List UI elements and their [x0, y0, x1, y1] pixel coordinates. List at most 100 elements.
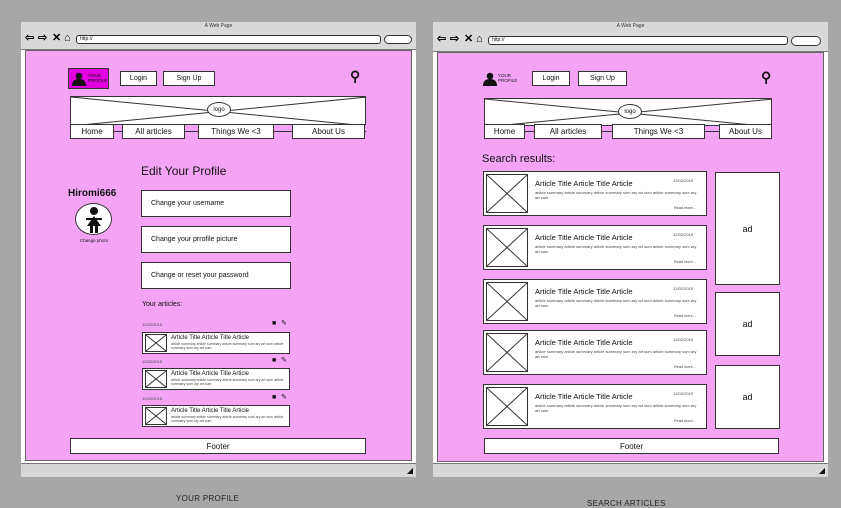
read-more-link[interactable]: Read more...: [674, 419, 696, 424]
change-password-label: Change or reset your password: [151, 272, 249, 279]
result-title: Article Title Article Title Article: [535, 287, 633, 296]
result-summary: article summary article summary article …: [535, 244, 697, 254]
read-more-link[interactable]: Read more...: [674, 365, 696, 370]
change-username-button[interactable]: Change your username: [141, 190, 291, 217]
profile-username: Hiromi666: [68, 188, 117, 199]
change-password-button[interactable]: Change or reset your password: [141, 262, 291, 289]
article-thumbnail: [145, 334, 167, 352]
right-caption: SEARCH ARTICLES: [587, 499, 666, 508]
right-url-bar[interactable]: http://: [488, 36, 788, 45]
result-date: 12/02/2015: [673, 286, 694, 291]
left-url-bar[interactable]: http://: [76, 35, 381, 44]
pencil-icon[interactable]: ✎: [281, 394, 287, 401]
pencil-icon[interactable]: ✎: [281, 357, 287, 364]
left-nav-things-we-love[interactable]: Things We <3: [198, 124, 274, 139]
ad-banner[interactable]: ad: [715, 172, 780, 285]
article-summary: article summary article summary article …: [171, 378, 284, 386]
left-logo-banner[interactable]: logo: [70, 96, 366, 125]
forward-arrow-icon[interactable]: ⇨: [38, 33, 47, 44]
right-window-title: A Web Page: [616, 23, 645, 29]
my-article-card[interactable]: Article Title Article Title Article arti…: [142, 405, 290, 427]
result-summary: article summary article summary article …: [535, 403, 697, 413]
article-summary: article summary article summary article …: [171, 342, 284, 350]
article-summary: article summary article summary article …: [171, 415, 284, 423]
result-summary: article summary article summary article …: [535, 190, 697, 200]
result-title: Article Title Article Title Article: [535, 392, 633, 401]
left-window-title: A Web Page: [204, 23, 233, 29]
left-caption: YOUR PROFILE: [176, 494, 240, 503]
left-footer: Footer: [70, 438, 366, 454]
result-title: Article Title Article Title Article: [535, 179, 633, 188]
left-toggle-button[interactable]: [384, 35, 412, 44]
search-result-card[interactable]: Article Title Article Title Article 12/0…: [483, 225, 707, 270]
left-login-button[interactable]: Login: [120, 71, 157, 86]
search-result-card[interactable]: Article Title Article Title Article 12/0…: [483, 279, 707, 324]
person-icon: [86, 207, 102, 233]
back-arrow-icon[interactable]: ⇦: [437, 34, 446, 45]
right-status-bar: ◢: [433, 463, 828, 477]
right-footer: Footer: [484, 438, 779, 454]
read-more-link[interactable]: Read more...: [674, 206, 696, 211]
result-summary: article summary article summary article …: [535, 349, 697, 359]
right-logo-banner[interactable]: logo: [484, 98, 772, 126]
right-nav-about-us[interactable]: About Us: [719, 124, 772, 139]
article-thumbnail: [145, 407, 167, 425]
trash-icon[interactable]: ■: [272, 394, 276, 401]
ad-banner[interactable]: ad: [715, 365, 780, 429]
resize-grip-icon[interactable]: ◢: [407, 467, 413, 475]
trash-icon[interactable]: ■: [272, 320, 276, 327]
left-profile-label: YOUR PROFILE: [88, 73, 108, 83]
left-browser-toolbar: A Web Page ⇦ ⇨ ✕ ⌂ http://: [21, 22, 416, 50]
avatar[interactable]: [75, 203, 112, 235]
article-thumbnail: [145, 370, 167, 388]
result-thumbnail: [486, 333, 528, 372]
left-nav-about-us[interactable]: About Us: [292, 124, 365, 139]
right-nav-all-articles[interactable]: All articles: [534, 124, 602, 139]
right-login-button[interactable]: Login: [532, 71, 570, 86]
close-x-icon[interactable]: ✕: [464, 34, 473, 45]
search-result-card[interactable]: Article Title Article Title Article 12/0…: [483, 330, 707, 375]
change-photo-link[interactable]: Change photo: [74, 238, 114, 243]
search-result-card[interactable]: Article Title Article Title Article 12/0…: [483, 171, 707, 216]
left-search-icon[interactable]: ⚲: [350, 69, 360, 83]
left-signup-button[interactable]: Sign Up: [163, 71, 215, 86]
pencil-icon[interactable]: ✎: [281, 320, 287, 327]
trash-icon[interactable]: ■: [272, 357, 276, 364]
result-date: 12/02/2015: [673, 232, 694, 237]
article-date: 12/02/2015: [142, 359, 163, 364]
user-icon: [72, 72, 86, 86]
right-signup-button[interactable]: Sign Up: [578, 71, 627, 86]
home-icon[interactable]: ⌂: [64, 33, 71, 44]
left-profile-button[interactable]: YOUR PROFILE: [68, 68, 109, 89]
resize-grip-icon[interactable]: ◢: [819, 467, 825, 475]
ad-banner[interactable]: ad: [715, 292, 780, 356]
result-date: 12/02/2015: [673, 391, 694, 396]
right-logo-ellipse: logo: [618, 104, 642, 119]
read-more-link[interactable]: Read more...: [674, 260, 696, 265]
forward-arrow-icon[interactable]: ⇨: [450, 34, 459, 45]
left-nav-home[interactable]: Home: [70, 124, 114, 139]
read-more-link[interactable]: Read more...: [674, 314, 696, 319]
search-result-card[interactable]: Article Title Article Title Article 12/0…: [483, 384, 707, 429]
right-nav-home[interactable]: Home: [484, 124, 525, 139]
result-thumbnail: [486, 282, 528, 321]
right-profile-button[interactable]: YOUR PROFILE: [480, 70, 520, 88]
article-title: Article Title Article Title Article: [171, 408, 250, 414]
my-article-card[interactable]: Article Title Article Title Article arti…: [142, 368, 290, 390]
result-summary: article summary article summary article …: [535, 298, 697, 308]
right-toggle-button[interactable]: [791, 36, 821, 46]
back-arrow-icon[interactable]: ⇦: [25, 33, 34, 44]
right-nav-things-we-love[interactable]: Things We <3: [612, 124, 705, 139]
change-profile-picture-button[interactable]: Change your prrofile picture: [141, 226, 291, 253]
home-icon[interactable]: ⌂: [476, 34, 483, 45]
article-date: 12/02/2015: [142, 322, 163, 327]
edit-profile-heading: Edit Your Profile: [141, 164, 227, 178]
left-nav-all-articles[interactable]: All articles: [122, 124, 185, 139]
right-profile-label: YOUR PROFILE: [498, 73, 518, 83]
right-search-icon[interactable]: ⚲: [761, 70, 771, 84]
article-title: Article Title Article Title Article: [171, 335, 250, 341]
right-browser-toolbar: A Web Page ⇦ ⇨ ✕ ⌂ http://: [433, 22, 828, 52]
my-article-card[interactable]: Article Title Article Title Article arti…: [142, 332, 290, 354]
close-x-icon[interactable]: ✕: [52, 33, 61, 44]
result-date: 12/02/2015: [673, 178, 694, 183]
